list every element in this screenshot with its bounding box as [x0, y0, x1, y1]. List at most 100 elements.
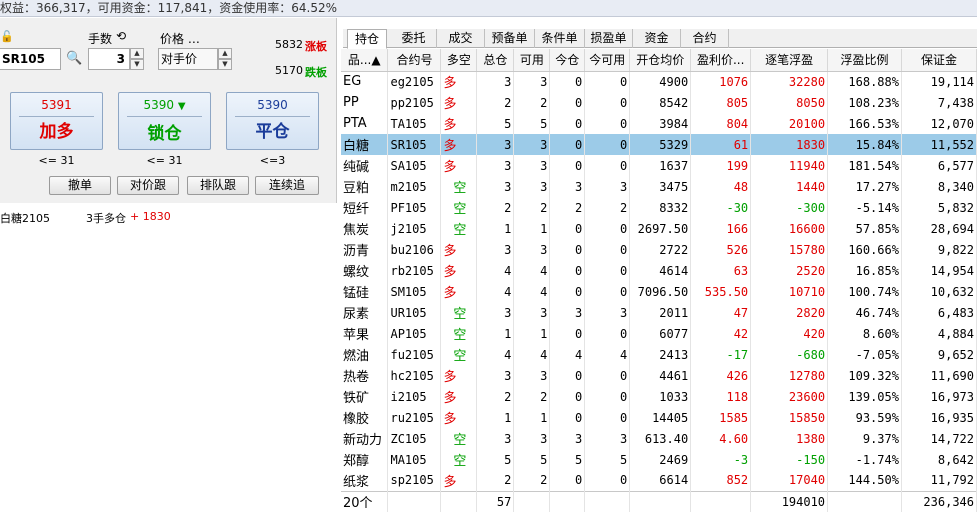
add-long-button[interactable]: 5391 加多 — [10, 92, 103, 150]
cell-today-available: 0 — [584, 260, 631, 281]
col-floating-pnl[interactable]: 逐笔浮盈 — [750, 49, 829, 72]
col-product[interactable]: 品...▲ — [341, 49, 389, 72]
counter-price-follow-button[interactable]: 对价跟 — [117, 176, 179, 195]
table-row[interactable]: EG eg2105 多 3 3 0 0 4900 1076 32280 168.88% 19,114 — [341, 71, 977, 92]
cell-total-qty: 3 — [476, 176, 515, 197]
cell-profit-price: 118 — [690, 386, 752, 407]
cell-today-qty: 4 — [549, 344, 586, 365]
table-row[interactable]: 锰硅 SM105 多 4 4 0 0 7096.50 535.50 10710 100.74% 10,… — [341, 281, 977, 302]
table-row[interactable]: PTA TA105 多 5 5 0 0 3984 804 20100 166.53% 12,070 — [341, 113, 977, 134]
tab-funds[interactable]: 资金 — [633, 29, 681, 48]
tab-stop-orders[interactable]: 损盈单 — [585, 29, 633, 48]
cell-today-available: 3 — [584, 428, 631, 449]
table-row[interactable]: 短纤 PF105 空 2 2 2 2 8332 -30 -300 -5.14% 5,832 — [341, 197, 977, 218]
price-label[interactable]: 价格 … — [160, 30, 200, 47]
cell-product: 橡胶 — [341, 407, 389, 428]
continuous-chase-button[interactable]: 连续追 — [255, 176, 319, 195]
cell-available: 1 — [513, 407, 551, 428]
table-row[interactable]: PP pp2105 多 2 2 0 0 8542 805 8050 108.23% 7,438 — [341, 92, 977, 113]
cell-contract: pp2105 — [387, 92, 442, 113]
price-up-button[interactable]: ▲ — [218, 48, 232, 59]
cell-floating-pnl: 2520 — [750, 260, 829, 281]
table-row[interactable]: 焦炭 j2105 空 1 1 0 0 2697.50 166 16600 57.85% 28,694 — [341, 218, 977, 239]
cell-today-available: 4 — [584, 344, 631, 365]
col-profit-price[interactable]: 盈利价... — [690, 49, 752, 72]
col-today-available[interactable]: 今可用 — [584, 49, 631, 72]
table-row[interactable]: 郑醇 MA105 空 5 5 5 5 2469 -3 -150 -1.74% 8,642 — [341, 449, 977, 470]
qty-down-button[interactable]: ▼ — [130, 59, 144, 70]
cell-profit-price: -30 — [690, 197, 752, 218]
cell-today-qty: 0 — [549, 134, 586, 155]
col-available[interactable]: 可用 — [513, 49, 551, 72]
tab-positions[interactable]: 持仓 — [347, 29, 387, 49]
close-position-button[interactable]: 5390 平仓 — [226, 92, 319, 150]
cell-margin: 12,070 — [901, 113, 977, 134]
qty-input[interactable]: 3 — [88, 48, 130, 70]
add-long-label: 加多 — [39, 122, 74, 142]
footer-total-margin: 236,346 — [901, 490, 977, 512]
search-icon[interactable]: 🔍 — [66, 51, 82, 66]
col-direction[interactable]: 多空 — [440, 49, 478, 72]
table-row[interactable]: 纸浆 sp2105 多 2 2 0 0 6614 852 17040 144.50% 11,792 — [341, 470, 977, 491]
cell-product: 热卷 — [341, 365, 389, 386]
cell-total-qty: 2 — [476, 197, 515, 218]
table-row[interactable]: 铁矿 i2105 多 2 2 0 0 1033 118 23600 139.05% 16,973 — [341, 386, 977, 407]
cell-available: 3 — [513, 155, 551, 176]
cell-pnl-ratio: 46.74% — [827, 302, 902, 323]
cell-profit-price: -17 — [690, 344, 752, 365]
cell-pnl-ratio: -7.05% — [827, 344, 902, 365]
col-total-qty[interactable]: 总仓 — [476, 49, 515, 72]
qty-label: 手数 — [88, 32, 113, 46]
table-row[interactable]: 纯碱 SA105 多 3 3 0 0 1637 199 11940 181.54% 6,577 — [341, 155, 977, 176]
cancel-order-button[interactable]: 撤单 — [49, 176, 111, 195]
cell-direction: 空 — [440, 176, 478, 197]
account-summary-bar: 权益：366,317，可用资金：117,841，资金使用率：64.52% — [0, 0, 977, 17]
cell-margin: 8,340 — [901, 176, 977, 197]
table-row[interactable]: 豆粕 m2105 空 3 3 3 3 3475 48 1440 17.27% 8,340 — [341, 176, 977, 197]
table-row[interactable]: 尿素 UR105 空 3 3 3 3 2011 47 2820 46.74% 6,483 — [341, 302, 977, 323]
cell-margin: 14,722 — [901, 428, 977, 449]
table-row[interactable]: 燃油 fu2105 空 4 4 4 4 2413 -17 -680 -7.05% 9,652 — [341, 344, 977, 365]
table-row[interactable]: 橡胶 ru2105 多 1 1 0 0 14405 1585 15850 93.59% 16,935 — [341, 407, 977, 428]
table-row[interactable]: 螺纹 rb2105 多 4 4 0 0 4614 63 2520 16.85% 14,954 — [341, 260, 977, 281]
tab-trades[interactable]: 成交 — [437, 29, 485, 48]
cell-contract: fu2105 — [387, 344, 442, 365]
limit-up-value: 5832 — [275, 38, 303, 51]
lock-position-button[interactable]: 5390 ▼ 锁仓 — [118, 92, 211, 150]
cell-product: 纯碱 — [341, 155, 389, 176]
cell-open-avg-price: 8332 — [629, 197, 692, 218]
cell-margin: 19,114 — [901, 71, 977, 92]
cell-profit-price: 426 — [690, 365, 752, 386]
cell-today-available: 3 — [584, 176, 631, 197]
tab-conditional-orders[interactable]: 条件单 — [535, 29, 585, 48]
cell-profit-price: 1585 — [690, 407, 752, 428]
tab-orders[interactable]: 委托 — [391, 29, 437, 48]
col-today-qty[interactable]: 今仓 — [549, 49, 586, 72]
price-mode-input[interactable]: 对手价 — [158, 48, 218, 70]
cell-profit-price: 199 — [690, 155, 752, 176]
cell-open-avg-price: 1637 — [629, 155, 692, 176]
table-row[interactable]: 新动力 ZC105 空 3 3 3 3 613.40 4.60 1380 9.37% 14,722 — [341, 428, 977, 449]
cell-profit-price: 166 — [690, 218, 752, 239]
table-row[interactable]: 白糖 SR105 多 3 3 0 0 5329 61 1830 15.84% 11,552 — [341, 134, 977, 155]
table-row[interactable]: 沥青 bu2106 多 3 3 0 0 2722 526 15780 160.66% 9,822 — [341, 239, 977, 260]
cell-direction: 多 — [440, 155, 478, 176]
cell-total-qty: 3 — [476, 71, 515, 92]
symbol-input[interactable]: SR105 — [0, 48, 61, 70]
cell-open-avg-price: 613.40 — [629, 428, 692, 449]
col-open-avg-price[interactable]: 开仓均价 — [629, 49, 692, 72]
table-row[interactable]: 苹果 AP105 空 1 1 0 0 6077 42 420 8.60% 4,884 — [341, 323, 977, 344]
col-contract[interactable]: 合约号 — [387, 49, 442, 72]
cell-available: 4 — [513, 344, 551, 365]
tab-prepared-orders[interactable]: 预备单 — [485, 29, 535, 48]
cell-product: 燃油 — [341, 344, 389, 365]
price-down-button[interactable]: ▼ — [218, 59, 232, 70]
col-pnl-ratio[interactable]: 浮盈比例 — [827, 49, 902, 72]
refresh-icon[interactable]: ⟲ — [116, 29, 126, 43]
qty-up-button[interactable]: ▲ — [130, 48, 144, 59]
lock-icon[interactable]: 🔓 — [0, 30, 14, 43]
table-row[interactable]: 热卷 hc2105 多 3 3 0 0 4461 426 12780 109.32% 11,690 — [341, 365, 977, 386]
col-margin[interactable]: 保证金 — [901, 49, 977, 72]
tab-contracts[interactable]: 合约 — [681, 29, 729, 48]
queue-follow-button[interactable]: 排队跟 — [187, 176, 249, 195]
